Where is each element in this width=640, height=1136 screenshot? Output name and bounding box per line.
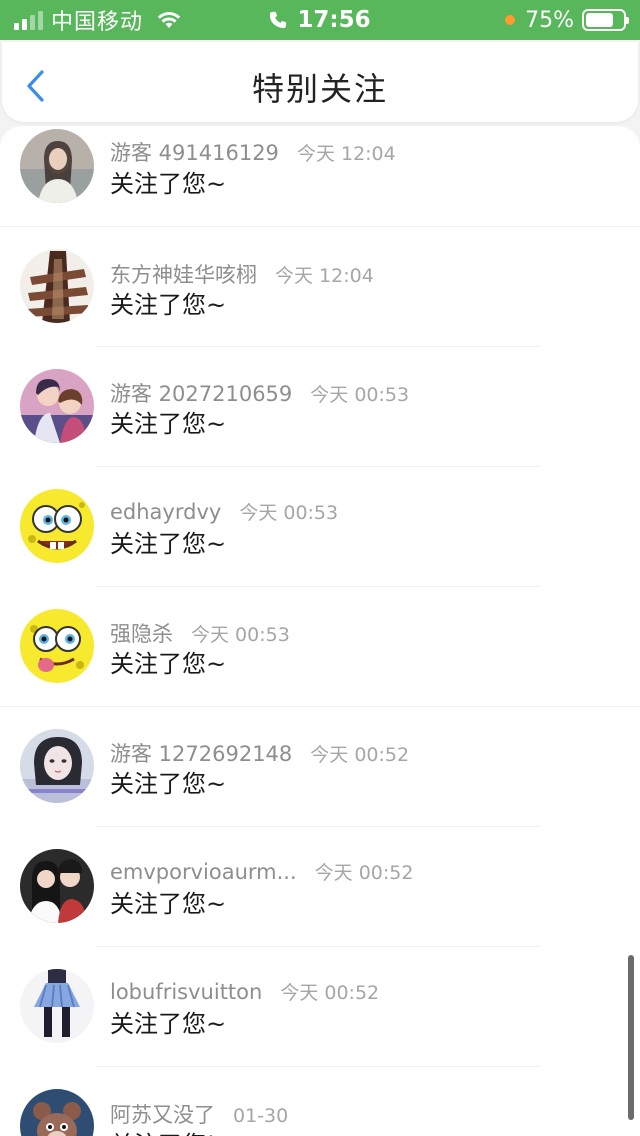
nav-bar: 特别关注 (2, 42, 638, 122)
message-text: 关注了您~ (110, 650, 227, 678)
timestamp: 01-30 (233, 1105, 289, 1127)
timestamp: 今天 00:53 (310, 384, 410, 406)
list-item[interactable]: 游客 2027210659 今天 00:53 关注了您~ (0, 347, 640, 467)
list-item[interactable]: 东方神娃华咳栩 今天 12:04 关注了您~ (0, 227, 640, 347)
timestamp: 今天 00:52 (280, 982, 380, 1004)
battery-icon (582, 9, 629, 31)
message-text: 关注了您~ (110, 170, 227, 198)
avatar (20, 729, 94, 803)
avatar (20, 969, 94, 1043)
list-item[interactable]: edhayrdvy 今天 00:53 关注了您~ (0, 467, 640, 587)
timestamp: 今天 00:52 (310, 744, 410, 766)
list-item[interactable]: 游客 1272692148 今天 00:52 关注了您~ (0, 707, 640, 827)
timestamp: 今天 12:04 (296, 143, 396, 165)
message-text: 关注了您~ (110, 410, 227, 438)
username: lobufrisvuitton 今天 00:52 (110, 980, 380, 1004)
message-text: 关注了您~ (110, 530, 227, 558)
avatar (20, 369, 94, 443)
charging-dot-icon (505, 15, 516, 25)
list-item[interactable]: emvporvioaurm... 今天 00:52 关注了您~ (0, 827, 640, 947)
status-time: 17:56 (297, 7, 371, 33)
avatar (20, 129, 94, 203)
message-text: 关注了您~ (110, 1010, 227, 1038)
message-text: 关注了您~ (110, 890, 227, 918)
status-right: 75% (505, 6, 629, 34)
message-text: 关注了您~ (110, 770, 227, 798)
scrollbar[interactable] (628, 955, 634, 1120)
avatar (20, 609, 94, 683)
username: 游客 491416129 今天 12:04 (110, 141, 396, 165)
list-item[interactable]: 游客 491416129 今天 12:04 关注了您~ (0, 126, 640, 227)
avatar (20, 249, 94, 323)
timestamp: 今天 00:52 (314, 862, 414, 884)
avatar (20, 1089, 94, 1136)
phone-icon (270, 11, 287, 29)
timestamp: 今天 12:04 (275, 265, 374, 287)
list-item[interactable]: lobufrisvuitton 今天 00:52 关注了您~ (0, 947, 640, 1067)
follow-list: 游客 491416129 今天 12:04 关注了您~ 东方神娃华咳栩 今天 12:… (0, 126, 640, 1136)
avatar (20, 849, 94, 923)
timestamp: 今天 00:53 (191, 624, 290, 646)
status-bar: 中国移动 17:56 75% (0, 0, 640, 40)
username: emvporvioaurm... 今天 00:52 (110, 860, 414, 884)
username: edhayrdvy 今天 00:53 (110, 500, 339, 524)
timestamp: 今天 00:53 (239, 502, 339, 524)
message-text: 关注了您~ (110, 291, 227, 319)
list-item[interactable]: 阿苏又没了01-30 关注了您! (0, 1067, 640, 1136)
page-title: 特别关注 (251, 70, 388, 108)
message-text: 关注了您! (110, 1125, 216, 1136)
avatar (20, 489, 94, 563)
list-item[interactable]: 强隐杀 今天 00:53 关注了您~ (0, 587, 640, 707)
battery-percent: 75% (525, 7, 574, 33)
